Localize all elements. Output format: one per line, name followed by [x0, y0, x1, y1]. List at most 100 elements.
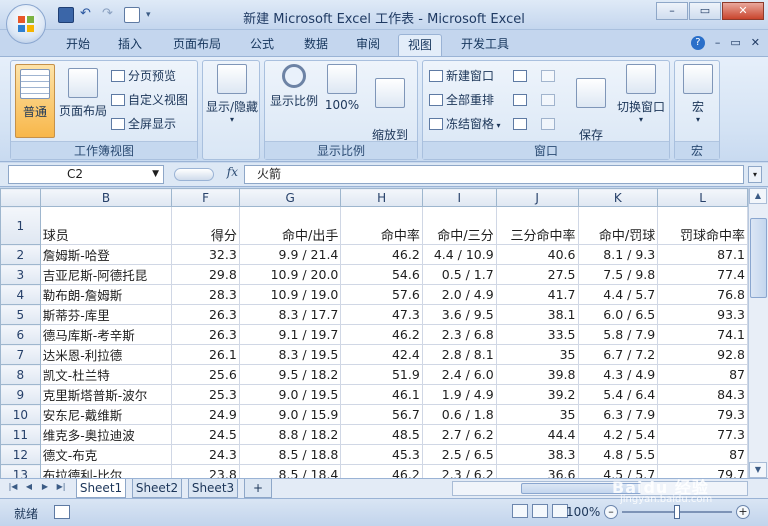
player-name-cell[interactable]: 詹姆斯-哈登 [39, 244, 173, 265]
stat-cell[interactable]: 45.3 [340, 444, 423, 465]
table-header-cell[interactable]: 命中/出手 [238, 206, 342, 245]
stat-cell[interactable]: 77.3 [657, 424, 748, 445]
stat-cell[interactable]: 51.9 [340, 364, 423, 385]
player-name-cell[interactable]: 德马库斯-考辛斯 [39, 324, 173, 345]
stat-cell[interactable]: 25.3 [171, 384, 240, 405]
table-header-cell[interactable]: 三分命中率 [495, 206, 579, 245]
column-header[interactable]: G [238, 188, 342, 207]
stat-cell[interactable]: 2.5 / 6.5 [421, 444, 497, 465]
page-break-preview-button[interactable]: 分页预览 [111, 67, 176, 85]
name-box-dropdown-icon[interactable]: ▼ [152, 166, 159, 183]
row-header[interactable]: 3 [0, 264, 41, 285]
column-header[interactable]: K [577, 188, 659, 207]
row-header[interactable]: 6 [0, 324, 41, 345]
macro-record-icon[interactable] [54, 505, 70, 519]
stat-cell[interactable]: 32.3 [171, 244, 240, 265]
stat-cell[interactable]: 4.8 / 5.5 [577, 444, 659, 465]
tab-review[interactable]: 审阅 [346, 34, 390, 56]
arrange-all-button[interactable]: 全部重排 [429, 91, 494, 109]
stat-cell[interactable]: 3.6 / 9.5 [421, 304, 497, 325]
office-button[interactable] [6, 4, 46, 44]
stat-cell[interactable]: 35 [495, 404, 579, 425]
normal-view-shortcut-icon[interactable] [512, 504, 528, 518]
stat-cell[interactable]: 39.2 [495, 384, 579, 405]
stat-cell[interactable]: 26.1 [171, 344, 240, 365]
stat-cell[interactable]: 24.3 [171, 444, 240, 465]
row-header[interactable]: 13 [0, 464, 41, 478]
stat-cell[interactable]: 28.3 [171, 284, 240, 305]
table-header-cell[interactable]: 命中率 [340, 206, 423, 245]
stat-cell[interactable]: 10.9 / 19.0 [238, 284, 342, 305]
stat-cell[interactable]: 57.6 [340, 284, 423, 305]
stat-cell[interactable]: 40.6 [495, 244, 579, 265]
stat-cell[interactable]: 87.1 [657, 244, 748, 265]
unhide-window-button[interactable] [513, 115, 530, 133]
tab-page-layout[interactable]: 页面布局 [164, 34, 230, 56]
view-side-by-side-button[interactable] [541, 67, 558, 85]
stat-cell[interactable]: 44.4 [495, 424, 579, 445]
stat-cell[interactable]: 0.5 / 1.7 [421, 264, 497, 285]
stat-cell[interactable]: 4.3 / 4.9 [577, 364, 659, 385]
column-header[interactable]: B [39, 188, 173, 207]
stat-cell[interactable]: 6.3 / 7.9 [577, 404, 659, 425]
sheet-tab-sheet3[interactable]: Sheet3 [188, 479, 238, 498]
zoom-out-icon[interactable]: – [604, 505, 618, 519]
row-header[interactable]: 12 [0, 444, 41, 465]
stat-cell[interactable]: 9.0 / 15.9 [238, 404, 342, 425]
restore-button[interactable]: ▭ [689, 2, 721, 20]
new-window-button[interactable]: 新建窗口 [429, 67, 494, 85]
stat-cell[interactable]: 2.3 / 6.8 [421, 324, 497, 345]
zoom-in-icon[interactable]: + [736, 505, 750, 519]
stat-cell[interactable]: 74.1 [657, 324, 748, 345]
scroll-up-icon[interactable]: ▲ [749, 188, 767, 204]
row-header[interactable]: 8 [0, 364, 41, 385]
ribbon-close-icon[interactable]: ✕ [751, 36, 760, 50]
tab-view[interactable]: 视图 [398, 34, 442, 56]
stat-cell[interactable]: 10.9 / 20.0 [238, 264, 342, 285]
switch-windows-button[interactable]: 切换窗口 ▾ [613, 64, 669, 124]
stat-cell[interactable]: 29.8 [171, 264, 240, 285]
tab-developer[interactable]: 开发工具 [452, 34, 518, 56]
vertical-scrollbar[interactable]: ▲ ▼ [748, 188, 768, 478]
insert-function-icon[interactable]: fx [227, 165, 238, 179]
full-screen-button[interactable]: 全屏显示 [111, 115, 176, 133]
row-header[interactable]: 2 [0, 244, 41, 265]
row-header[interactable]: 11 [0, 424, 41, 445]
row-header[interactable]: 7 [0, 344, 41, 365]
table-header-cell[interactable]: 命中/罚球 [577, 206, 659, 245]
table-header-cell[interactable]: 罚球命中率 [657, 206, 748, 245]
tab-data[interactable]: 数据 [294, 34, 338, 56]
sync-scroll-button[interactable] [541, 91, 558, 109]
table-header-cell[interactable]: 球员 [39, 206, 173, 245]
zoom-button[interactable]: 显示比例 [267, 64, 321, 109]
stat-cell[interactable]: 4.2 / 5.4 [577, 424, 659, 445]
stat-cell[interactable]: 41.7 [495, 284, 579, 305]
show-hide-button[interactable]: 显示/隐藏 ▾ [205, 64, 259, 124]
stat-cell[interactable]: 2.7 / 6.2 [421, 424, 497, 445]
zoom-level[interactable]: 100% [566, 505, 600, 519]
vertical-scroll-thumb[interactable] [750, 218, 767, 298]
stat-cell[interactable]: 2.0 / 4.9 [421, 284, 497, 305]
ribbon-minimize-icon[interactable]: – [715, 36, 721, 50]
tab-home[interactable]: 开始 [56, 34, 100, 56]
column-header[interactable]: J [495, 188, 579, 207]
row-header[interactable]: 5 [0, 304, 41, 325]
stat-cell[interactable]: 36.6 [495, 464, 579, 478]
player-name-cell[interactable]: 维克多-奥拉迪波 [39, 424, 173, 445]
zoom-100-button[interactable]: 100% [323, 64, 361, 112]
stat-cell[interactable]: 56.7 [340, 404, 423, 425]
ribbon-restore-icon[interactable]: ▭ [730, 36, 740, 50]
row-header[interactable]: 4 [0, 284, 41, 305]
next-sheet-icon[interactable]: ▶ [38, 482, 52, 491]
insert-sheet-icon[interactable]: + [244, 479, 272, 498]
stat-cell[interactable]: 47.3 [340, 304, 423, 325]
stat-cell[interactable]: 87 [657, 364, 748, 385]
stat-cell[interactable]: 79.3 [657, 404, 748, 425]
stat-cell[interactable]: 77.4 [657, 264, 748, 285]
formula-bar-grip[interactable] [174, 168, 214, 181]
column-header[interactable]: F [171, 188, 240, 207]
stat-cell[interactable]: 7.5 / 9.8 [577, 264, 659, 285]
column-header[interactable]: I [421, 188, 497, 207]
stat-cell[interactable]: 84.3 [657, 384, 748, 405]
player-name-cell[interactable]: 勒布朗-詹姆斯 [39, 284, 173, 305]
